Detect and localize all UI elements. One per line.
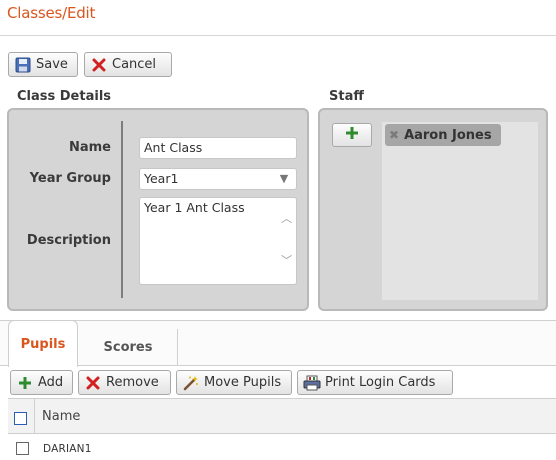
chevron-down-icon: ▼ (279, 172, 289, 185)
red-x-icon (90, 56, 108, 74)
remove-staff-icon[interactable]: ✖ (389, 128, 399, 142)
magic-wand-icon (182, 374, 200, 392)
floppy-disk-icon (14, 56, 32, 74)
name-field[interactable]: Ant Class (139, 137, 297, 159)
remove-pupil-button[interactable]: Remove (78, 370, 171, 395)
title-divider (0, 35, 556, 36)
name-column-header[interactable]: Name (42, 409, 80, 424)
field-divider (121, 121, 123, 298)
column-separator (34, 399, 35, 433)
red-x-icon (84, 374, 102, 392)
plus-icon (16, 374, 34, 392)
staff-member-name: Aaron Jones (404, 127, 492, 143)
add-label: Add (38, 375, 64, 390)
class-details-heading: Class Details (17, 89, 112, 104)
print-login-cards-label: Print Login Cards (325, 375, 436, 390)
name-label: Name (68, 140, 111, 155)
page-title: Classes/Edit (7, 4, 96, 22)
tab-pupils[interactable]: Pupils (8, 320, 78, 367)
save-label: Save (36, 57, 68, 72)
add-staff-button[interactable] (332, 123, 372, 147)
remove-label: Remove (106, 375, 159, 390)
print-login-cards-button[interactable]: Print Login Cards (297, 370, 453, 395)
printer-icon (303, 374, 321, 392)
staff-member-chip[interactable]: ✖ Aaron Jones (385, 124, 501, 146)
description-label: Description (26, 233, 111, 248)
scroll-down-icon[interactable]: ﹀ (281, 254, 292, 268)
move-pupils-button[interactable]: Move Pupils (176, 370, 292, 395)
row-checkbox[interactable] (16, 442, 29, 455)
description-value: Year 1 Ant Class (144, 200, 245, 215)
year-group-value: Year1 (144, 171, 179, 186)
tab-scores[interactable]: Scores (79, 329, 178, 366)
pupil-name: DARIAN1 (43, 443, 92, 455)
cancel-label: Cancel (112, 57, 157, 72)
save-button[interactable]: Save (8, 52, 78, 77)
move-pupils-label: Move Pupils (204, 375, 282, 390)
year-group-select[interactable]: Year1 ▼ (139, 168, 297, 190)
year-group-label: Year Group (29, 171, 111, 186)
description-field[interactable]: Year 1 Ant Class ︿ ﹀ (139, 197, 297, 285)
staff-heading: Staff (329, 89, 364, 104)
add-pupil-button[interactable]: Add (10, 370, 73, 395)
pupils-grid-header: Name (8, 398, 556, 434)
select-all-checkbox[interactable] (14, 412, 27, 425)
staff-list: ✖ Aaron Jones (382, 122, 538, 300)
plus-icon (345, 126, 359, 144)
cancel-button[interactable]: Cancel (84, 52, 172, 77)
scroll-up-icon[interactable]: ︿ (281, 212, 292, 226)
